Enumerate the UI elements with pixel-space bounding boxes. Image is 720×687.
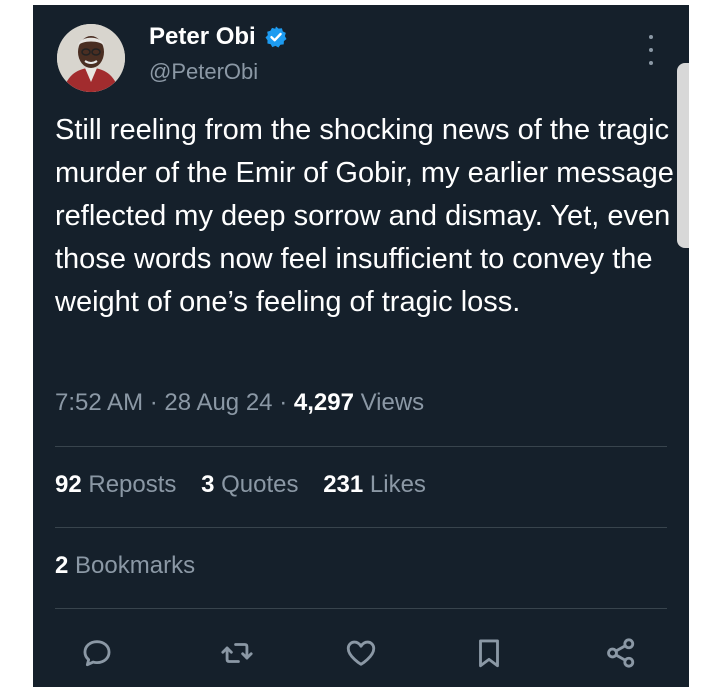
quotes-count: 3 (201, 471, 215, 498)
repost-button[interactable] (217, 633, 257, 673)
author-name-row: Peter Obi (149, 23, 288, 51)
author-handle[interactable]: @PeterObi (149, 59, 258, 85)
tweet-card: Peter Obi @PeterObi Still reeling from t… (33, 5, 689, 687)
reposts-label: Reposts (88, 471, 177, 498)
bookmarks-count: 2 (55, 552, 69, 579)
reposts-count: 92 (55, 471, 82, 498)
engagement-stats: 92 Reposts 3 Quotes 231 Likes (55, 471, 444, 499)
scrollbar[interactable] (677, 63, 689, 248)
action-bar (33, 633, 689, 673)
likes-stat[interactable]: 231 Likes (323, 471, 426, 498)
like-icon (346, 640, 376, 666)
reposts-stat[interactable]: 92 Reposts (55, 471, 176, 498)
repost-icon (221, 643, 253, 663)
bookmark-icon (479, 639, 499, 668)
avatar[interactable] (57, 24, 125, 92)
more-vertical-icon[interactable] (639, 35, 663, 65)
divider (55, 527, 667, 528)
share-button[interactable] (601, 633, 641, 673)
divider (55, 608, 667, 609)
bookmarks-stat[interactable]: 2 Bookmarks (55, 552, 195, 580)
quotes-stat[interactable]: 3 Quotes (201, 471, 298, 498)
meta-separator: · (279, 389, 288, 416)
tweet-date[interactable]: 28 Aug 24 (164, 389, 272, 416)
views-label: Views (360, 389, 425, 416)
meta-separator: · (149, 389, 158, 416)
tweet-time[interactable]: 7:52 AM (55, 389, 143, 416)
likes-count: 231 (323, 471, 364, 498)
share-icon (607, 638, 635, 668)
verified-badge-icon (265, 26, 287, 48)
more-dot (649, 48, 653, 52)
more-dot (649, 61, 653, 65)
like-button[interactable] (341, 633, 381, 673)
likes-label: Likes (369, 471, 426, 498)
tweet-text: Still reeling from the shocking news of … (55, 114, 674, 318)
views-count: 4,297 (293, 389, 354, 416)
more-dot (649, 35, 653, 39)
bookmarks-label: Bookmarks (75, 552, 196, 579)
bookmark-button[interactable] (469, 633, 509, 673)
quotes-label: Quotes (221, 471, 299, 498)
avatar-image (57, 24, 125, 92)
reply-button[interactable] (77, 633, 117, 673)
divider (55, 446, 667, 447)
reply-icon (83, 640, 111, 667)
tweet-meta: 7:52 AM · 28 Aug 24 · 4,297 Views (55, 389, 424, 417)
author-name[interactable]: Peter Obi (149, 23, 256, 51)
